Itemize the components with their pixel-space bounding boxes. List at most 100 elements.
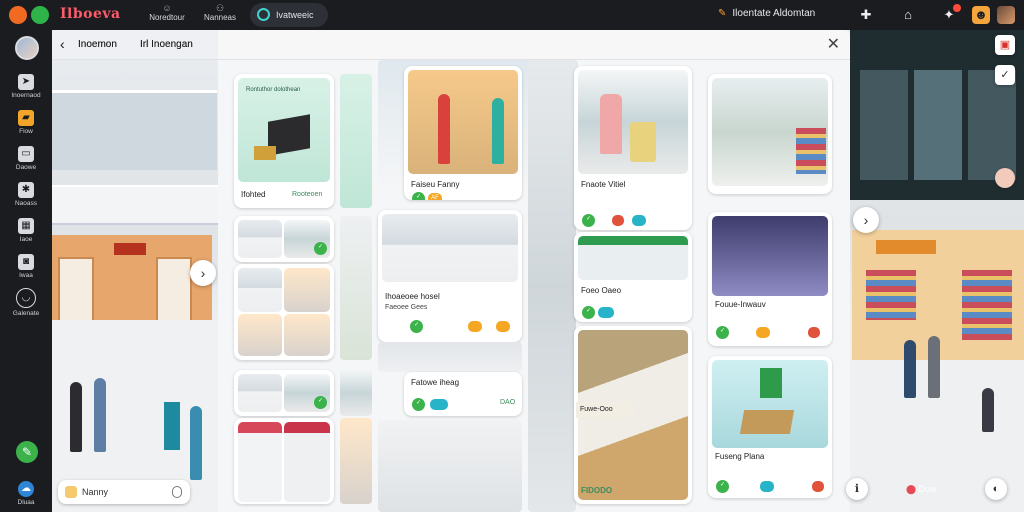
back-label[interactable]: Inoemon <box>78 39 117 50</box>
card-chip <box>756 327 770 338</box>
card-mall-view[interactable]: Ihoaeoee hosel Faeoee Gees ✓ <box>378 210 522 342</box>
power-icon: ◡ <box>16 288 36 308</box>
card-caption: Faiseu Fanny <box>411 180 460 189</box>
card-chip <box>808 327 820 338</box>
card-store-front[interactable]: Foeo Oaeo ✓ <box>574 232 692 322</box>
bookstore-sign <box>876 240 936 254</box>
check-icon: ✓ <box>412 192 425 200</box>
card-shop-interior[interactable] <box>708 74 832 194</box>
card-chip <box>760 481 774 492</box>
folder-icon: ▰ <box>18 110 34 126</box>
card-meta: Rooteoen <box>292 191 323 198</box>
shopper <box>982 388 994 432</box>
checkmark-icon[interactable]: ✓ <box>995 65 1015 85</box>
card-chip <box>598 307 614 318</box>
card-image: Rontuthor dolothean <box>238 78 330 182</box>
rail-item-keyboard[interactable]: ▦ Iaoe <box>0 218 52 243</box>
search-icon <box>257 8 270 21</box>
card-boutique[interactable]: Fouue-Inwauv ✓ <box>708 212 832 346</box>
card-visitors[interactable]: Fatowe iheag ✓ DAO <box>404 372 522 416</box>
info-button[interactable]: ℹ <box>846 478 868 500</box>
settings-round-button[interactable]: ◐ <box>985 478 1007 500</box>
display-sign <box>760 368 782 398</box>
card-image <box>712 78 828 186</box>
next-arrow-button[interactable]: › <box>853 207 879 233</box>
atrium-image <box>378 342 522 372</box>
card-mannequin[interactable]: Fnaote Vitiel ✓ <box>574 66 692 230</box>
top-bar: Ilboeva ☺ Noredtour ⚇ Nanneas Ivatweeic … <box>0 0 1024 30</box>
person-icon: ☺ <box>162 3 172 13</box>
gift-box-icon[interactable]: ▣ <box>995 35 1015 55</box>
card-chip <box>430 399 448 410</box>
back-arrow-icon[interactable]: ‹ <box>60 36 65 52</box>
pen-icon: ✎ <box>718 8 727 19</box>
top-search-button[interactable]: Ivatweeic <box>250 3 328 27</box>
app-logo-icon[interactable] <box>9 6 27 24</box>
location-label[interactable]: ⬤ Duw <box>906 484 937 495</box>
card-caption: Ifohted <box>241 190 266 199</box>
kiosk-image <box>378 420 522 512</box>
store-window <box>860 70 908 180</box>
card-subcaption: Faeoee Gees <box>385 304 428 311</box>
wrench-icon[interactable]: ✎ <box>16 441 38 463</box>
card-product[interactable]: Rontuthor dolothean Ifohted Rooteoen <box>234 74 334 208</box>
user-avatar[interactable] <box>15 36 39 60</box>
phone-prop <box>630 122 656 162</box>
rail-item-camera[interactable]: ◙ Iwaa <box>0 254 52 279</box>
rail-item-power[interactable]: ◡ Galenate <box>0 288 52 317</box>
camera-icon: ◙ <box>18 254 34 270</box>
check-icon: ✓ <box>314 242 327 255</box>
window-icon: ▭ <box>18 146 34 162</box>
shopper <box>904 340 916 398</box>
card-chip <box>612 215 624 226</box>
card-gallery[interactable] <box>234 418 334 504</box>
card-chip: AF <box>428 193 442 200</box>
tab-noredtour[interactable]: ☺ Noredtour <box>140 3 194 22</box>
puzzle-icon[interactable]: ✚ <box>857 6 875 24</box>
rail-item-folder[interactable]: ▰ Fiow <box>0 110 52 135</box>
tab-nanneas[interactable]: ⚇ Nanneas <box>193 3 247 22</box>
gift-icon[interactable]: ✦ <box>940 4 961 24</box>
card-image <box>408 70 518 174</box>
card-gallery[interactable]: ✓ <box>234 216 334 262</box>
card-chip <box>632 215 646 226</box>
card-caption: Fuwe-Ooo <box>580 406 613 413</box>
home-icon[interactable]: ⌂ <box>899 6 917 24</box>
card-chip <box>496 321 510 332</box>
mannequin-figure <box>600 94 622 154</box>
figure-shopper <box>492 98 504 164</box>
close-icon[interactable]: ✕ <box>827 34 840 54</box>
card-caption-box: Fuwe-Ooo <box>576 402 634 418</box>
check-icon: ✓ <box>410 320 423 333</box>
keyboard-icon: ▦ <box>18 218 34 234</box>
side-strip-image <box>340 216 372 360</box>
bookshelf <box>866 270 916 320</box>
rail-item-window[interactable]: ▭ Daowe <box>0 146 52 171</box>
card-caption: Ihoaeoee hosel <box>385 292 440 301</box>
profile-face-icon[interactable] <box>995 168 1015 188</box>
rail-item-bottom[interactable]: ☁ Dluaa <box>0 481 52 506</box>
profile-avatar[interactable] <box>997 6 1015 24</box>
status-icon[interactable] <box>31 6 49 24</box>
avatar-icon[interactable]: ☻ <box>972 6 990 24</box>
card-escalator[interactable]: Fuwe-Ooo FIDODO <box>574 326 692 504</box>
escalator-image <box>528 60 576 512</box>
card-shoppers[interactable]: Faiseu Fanny ✓ AF <box>404 66 522 200</box>
store-window <box>914 70 962 180</box>
rail-item-settings[interactable]: ✱ Naoass <box>0 182 52 207</box>
product-item <box>254 146 276 160</box>
card-tag: FIDODO <box>581 486 613 495</box>
check-icon: ✓ <box>412 398 425 411</box>
gallery-thumb <box>238 374 282 412</box>
card-gallery[interactable] <box>234 264 334 360</box>
rail-item-share[interactable]: ➤ Inoernaod <box>0 74 52 99</box>
panel-title: Irl Inoengan <box>140 39 193 50</box>
side-strip-image <box>340 370 372 416</box>
card-image <box>578 70 688 174</box>
window-title: ✎ Iloentate Aldomtan <box>718 8 816 19</box>
bookshelf <box>962 270 1012 340</box>
card-gallery[interactable]: ✓ <box>234 370 334 416</box>
card-image <box>578 236 688 280</box>
gallery-thumb <box>238 268 282 312</box>
card-display[interactable]: Fuseng Plana ✓ <box>708 356 832 498</box>
